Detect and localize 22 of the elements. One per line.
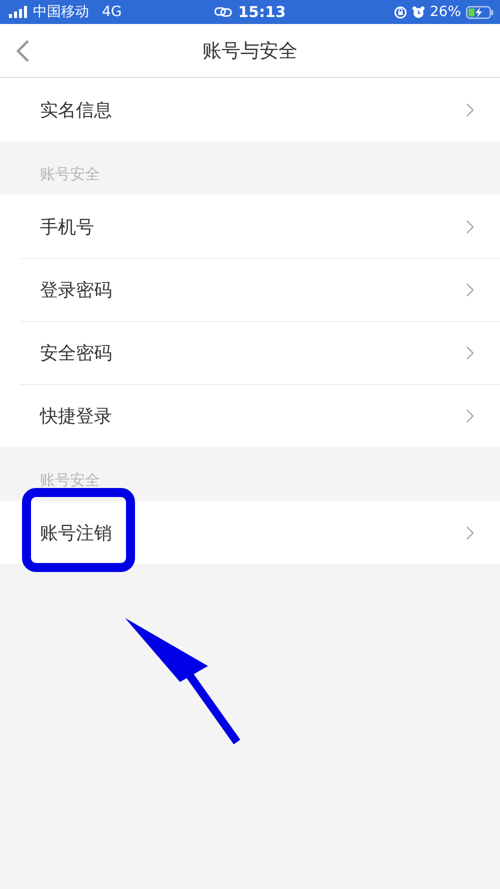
menu-row[interactable]: 快捷登录 — [20, 384, 500, 447]
menu-row[interactable]: 登录密码 — [20, 258, 500, 321]
chevron-icon — [466, 283, 474, 297]
network-type: 4G — [102, 4, 122, 20]
status-time: 15:13 — [238, 3, 286, 21]
carrier-name: 中国移动 — [33, 3, 89, 21]
link-icon — [214, 7, 232, 17]
rotation-lock-icon — [394, 6, 407, 18]
chevron-icon — [466, 102, 474, 116]
section-header: 账号安全 — [40, 470, 100, 490]
menu-row[interactable]: 手机号 — [20, 195, 500, 258]
page-title: 账号与安全 — [202, 38, 298, 64]
menu-row[interactable]: 安全密码 — [20, 321, 500, 384]
section-header: 账号安全 — [40, 164, 100, 184]
battery-charging-icon — [466, 6, 494, 18]
chevron-icon — [466, 346, 474, 360]
chevron-icon — [466, 526, 474, 540]
battery-percent: 26% — [430, 4, 461, 20]
alarm-icon — [412, 6, 425, 18]
chevron-icon — [466, 220, 474, 234]
signal-icon — [9, 6, 28, 18]
chevron-icon — [466, 409, 474, 423]
